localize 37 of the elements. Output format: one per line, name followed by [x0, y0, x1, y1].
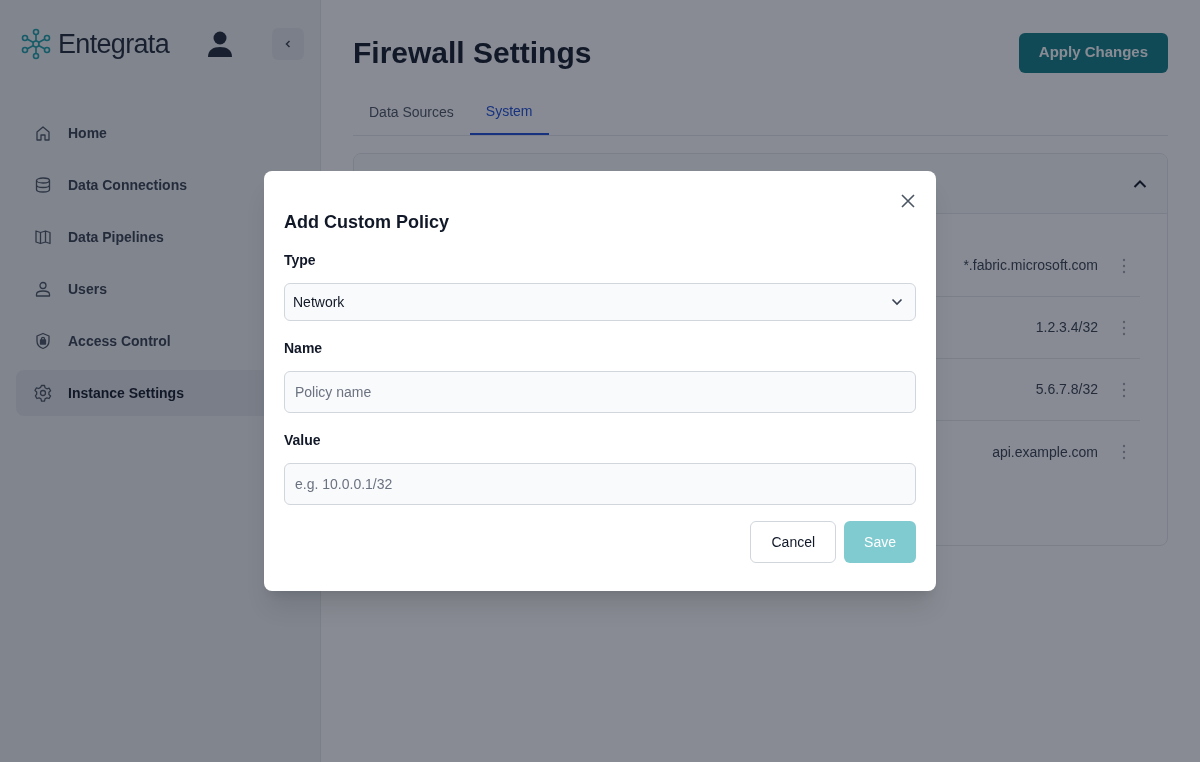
cancel-button[interactable]: Cancel [750, 521, 837, 563]
sidebar-item[interactable]: Home [16, 110, 304, 156]
map-icon [34, 228, 52, 246]
field-label: Type [284, 251, 317, 269]
logo-icon [20, 28, 52, 60]
apply-changes-button[interactable]: Apply Changes [1018, 32, 1168, 73]
tab[interactable]: Data Sources [353, 89, 470, 135]
sidebar-item[interactable]: Data Connections [16, 162, 304, 208]
input-field[interactable]: e.g. 10.0.0.1/32 [284, 463, 916, 505]
gear-icon [34, 384, 52, 402]
collapse-sidebar-button[interactable] [272, 28, 304, 60]
policy-value: 1.2.3.4/32 [1035, 318, 1098, 337]
more-options-icon[interactable] [1122, 381, 1126, 398]
user-icon [34, 280, 52, 298]
shield-icon [34, 332, 52, 350]
policy-value: api.example.com [992, 442, 1098, 462]
close-icon [900, 193, 916, 209]
database-icon [34, 176, 52, 194]
policy-value: 5.6.7.8/32 [1035, 380, 1098, 399]
brand-name: Entegrata [58, 27, 169, 61]
chevron-down-icon [891, 298, 903, 306]
dialog-title: Add Custom Policy [284, 211, 450, 233]
more-options-icon[interactable] [1122, 319, 1126, 336]
chevron-left-icon [284, 39, 292, 49]
close-button[interactable] [900, 193, 916, 209]
chevron-up-icon[interactable] [1133, 178, 1147, 189]
tab[interactable]: System [469, 89, 549, 135]
field-label: Value [284, 431, 322, 449]
more-options-icon[interactable] [1122, 257, 1126, 274]
field-label: Name [284, 339, 324, 357]
type-select[interactable]: Network [284, 283, 916, 321]
home-icon [34, 124, 52, 142]
more-options-icon[interactable] [1122, 444, 1126, 460]
policy-value: *.fabric.microsoft.com [963, 256, 1098, 275]
page-title: Firewall Settings [353, 35, 592, 71]
user-avatar-icon[interactable] [207, 30, 233, 58]
input-field[interactable]: Policy name [284, 371, 916, 413]
